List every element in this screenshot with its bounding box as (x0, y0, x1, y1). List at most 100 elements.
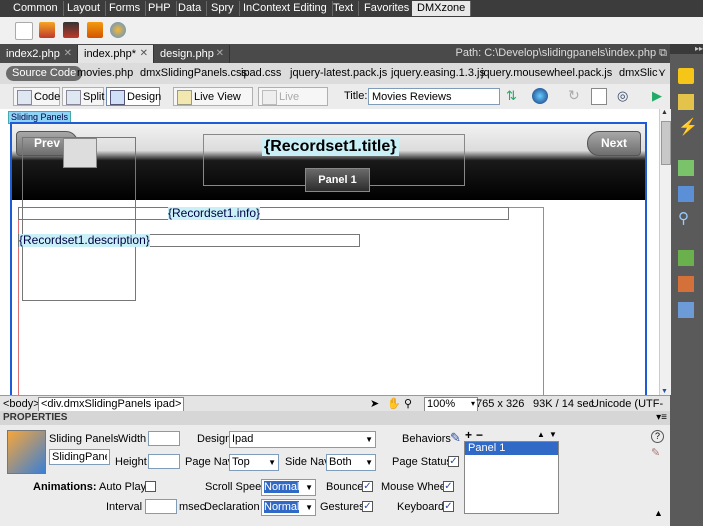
restore-icon[interactable]: ⧉ (659, 47, 667, 59)
related-file[interactable]: jquery.easing.1.3.js (387, 66, 489, 81)
close-icon[interactable]: ✕ (64, 45, 72, 63)
select-tool-icon[interactable]: ➤ (370, 397, 379, 411)
chevron-down-icon: ▼ (365, 435, 373, 444)
live-view-button[interactable]: Live View ▾ (173, 87, 253, 122)
info-binding[interactable]: {Recordset1.info} (168, 207, 261, 220)
live-code-button[interactable]: Live Code (258, 87, 328, 122)
media-icon[interactable] (39, 22, 55, 38)
mouse-wheel-checkbox[interactable]: ✓ (443, 481, 454, 492)
related-file[interactable]: dmxSlic (615, 66, 659, 81)
insert-tab-dmxzone[interactable]: DMXzone (412, 1, 472, 16)
ap-elements-icon[interactable]: ⚡ (678, 120, 698, 136)
side-nav-select[interactable]: Both ▼ (326, 454, 376, 471)
edit-icon[interactable]: ✎ (651, 446, 660, 459)
insert-tab-forms[interactable]: Forms (104, 1, 147, 16)
scroll-up-icon[interactable]: ▲ (661, 109, 668, 116)
doc-tab-index2[interactable]: index2.php ✕ (0, 45, 78, 63)
insert-tab-php[interactable]: PHP (143, 1, 177, 16)
document-icon[interactable] (15, 22, 33, 40)
visual-aids-icon[interactable]: ◎ (617, 88, 628, 104)
panel-tab[interactable]: Panel 1 (305, 168, 370, 192)
menu-icon[interactable]: ▾≡ (656, 411, 667, 425)
bounce-checkbox[interactable]: ✓ (362, 481, 373, 492)
scroll-thumb[interactable] (661, 121, 671, 165)
filter-icon[interactable]: ⋎ (654, 66, 670, 81)
declaration-select[interactable]: Normal ▼ (261, 499, 316, 516)
page-status-checkbox[interactable]: ✓ (448, 456, 459, 467)
list-item[interactable]: Panel 1 (465, 442, 558, 455)
add-panel-button[interactable]: + (465, 428, 472, 442)
refresh-icon[interactable]: ↻ (568, 87, 580, 104)
expand-icon[interactable]: ▸▸ (670, 44, 703, 54)
component-id-field[interactable] (49, 449, 110, 465)
snippets-icon[interactable] (678, 302, 694, 318)
keyboard-checkbox[interactable]: ✓ (443, 501, 454, 512)
close-icon[interactable]: ✕ (216, 45, 224, 63)
interval-field[interactable] (145, 499, 177, 514)
declaration-value: Normal (264, 501, 300, 513)
related-file[interactable]: ipad.css (237, 66, 285, 81)
gestures-checkbox[interactable]: ✓ (362, 501, 373, 512)
page-title-input[interactable] (368, 88, 500, 105)
split-view-button[interactable]: Split (62, 87, 104, 106)
browser-preview-icon[interactable] (532, 88, 548, 104)
window-size[interactable]: 765 x 326 (476, 397, 524, 411)
insert-tab-incontext-editing[interactable]: InContext Editing (238, 1, 333, 16)
behaviors-icon[interactable]: ✎ (450, 430, 461, 446)
tag-selector-body[interactable]: <body> (3, 397, 40, 411)
databases-icon[interactable] (678, 160, 694, 176)
code-view-button[interactable]: Code (13, 87, 60, 106)
auto-play-label: Auto Play (99, 481, 147, 493)
design-select[interactable]: Ipad ▼ (229, 431, 376, 448)
panel-list[interactable]: Panel 1 (464, 441, 559, 514)
scroll-down-icon[interactable]: ▼ (661, 388, 668, 395)
assets-icon[interactable] (678, 276, 694, 292)
hand-tool-icon[interactable]: ✋ (387, 397, 401, 411)
insert-tab-data[interactable]: Data (173, 1, 208, 16)
insert-tab-text[interactable]: Text (328, 1, 360, 16)
vertical-scrollbar[interactable]: ▲ ▼ (659, 109, 671, 395)
sliding-panels-icon[interactable] (110, 22, 126, 38)
height-field[interactable] (148, 454, 180, 469)
close-icon[interactable]: ✕ (140, 45, 148, 63)
description-binding[interactable]: {Recordset1.description} (19, 234, 150, 247)
remove-panel-button[interactable]: − (476, 428, 483, 442)
move-up-icon[interactable]: ▲ (537, 430, 545, 439)
width-field[interactable] (148, 431, 180, 446)
help-icon[interactable]: ? (651, 430, 664, 443)
related-file[interactable]: movies.php (73, 66, 137, 81)
doc-tab-design[interactable]: design.php ✕ (154, 45, 230, 63)
next-button[interactable]: Next (587, 131, 641, 156)
title-binding[interactable]: {Recordset1.title} (262, 137, 399, 156)
insert-tab-layout[interactable]: Layout (62, 1, 107, 16)
related-file[interactable]: dmxSlidingPanels.css (136, 66, 251, 81)
zoom-tool-icon[interactable]: ⚲ (404, 397, 412, 411)
css-styles-icon[interactable] (678, 94, 694, 110)
scroll-speed-select[interactable]: Normal ▼ (261, 479, 316, 496)
bindings-icon[interactable] (678, 186, 694, 202)
server-behaviors-icon[interactable]: ⚲ (678, 211, 694, 227)
insert-icon[interactable] (678, 68, 694, 84)
validate-icon[interactable]: ▶ (652, 88, 662, 104)
insert-tab-favorites[interactable]: Favorites (359, 1, 416, 16)
auto-play-checkbox[interactable] (145, 481, 156, 492)
collapse-icon[interactable]: ▲ (654, 508, 663, 518)
insert-tab-common[interactable]: Common (8, 1, 64, 16)
move-down-icon[interactable]: ▼ (549, 430, 557, 439)
properties-header[interactable]: PROPERTIES ▾≡ (0, 411, 670, 426)
page-nav-select[interactable]: Top ▼ (229, 454, 279, 471)
slideshow-icon[interactable] (63, 22, 79, 38)
files-icon[interactable] (678, 250, 694, 266)
document-toolbar: Code Split Design Live View ▾ Live Code … (0, 84, 670, 122)
related-file[interactable]: jquery.mousewheel.pack.js (477, 66, 616, 81)
doc-tab-index[interactable]: index.php* ✕ (78, 45, 154, 63)
view-options-icon[interactable] (591, 88, 607, 105)
file-management-icon[interactable]: ⇅ (506, 88, 524, 104)
panel-icon[interactable] (87, 22, 103, 38)
related-source-code[interactable]: Source Code (6, 66, 83, 81)
insert-tab-spry[interactable]: Spry (206, 1, 240, 16)
image-icon (63, 138, 97, 168)
doc-tab-label: index.php* (84, 48, 136, 60)
related-file[interactable]: jquery-latest.pack.js (286, 66, 391, 81)
design-view-button[interactable]: Design (106, 87, 161, 106)
